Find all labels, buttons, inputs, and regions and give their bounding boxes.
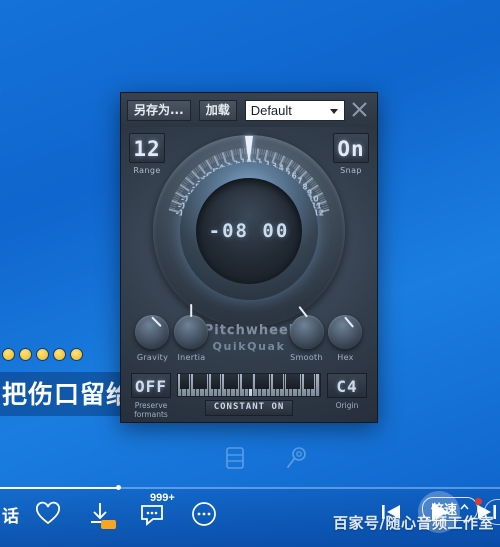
piano-black-key[interactable] <box>246 374 252 389</box>
save-as-button[interactable]: 另存为... <box>127 99 191 121</box>
knob-indicator <box>344 316 355 328</box>
knob-dial[interactable] <box>289 306 324 349</box>
piano-black-key[interactable] <box>184 374 190 389</box>
load-button[interactable]: 加载 <box>198 99 237 121</box>
download-badge <box>101 520 116 529</box>
download-button[interactable] <box>87 497 117 531</box>
bottom-controls: OFF Preserve formants CONSTANT ON C4 Ori… <box>121 373 377 419</box>
knob-dial[interactable] <box>174 304 209 349</box>
progress-bar[interactable] <box>0 485 500 490</box>
bar-left-actions: 话 999+ <box>0 492 221 531</box>
pitch-dial[interactable]: -12-11-10-9-8-7-6-5-4-3-2-10+1+2+3+4+5+6… <box>153 135 345 327</box>
knob-smooth[interactable]: Smooth <box>287 306 326 362</box>
piano-black-key[interactable] <box>202 374 208 389</box>
knob-row-spacer <box>211 315 287 362</box>
heart-icon <box>36 501 60 525</box>
coin-icon <box>70 348 83 361</box>
chevron-down-icon <box>329 108 338 114</box>
piano-black-key[interactable] <box>264 374 270 389</box>
playlist-icon[interactable] <box>225 446 245 470</box>
piano-black-key[interactable] <box>215 374 221 389</box>
microphone-icon[interactable] <box>285 446 307 470</box>
piano-black-key[interactable] <box>233 374 239 389</box>
knob-dial[interactable] <box>135 315 170 349</box>
piano-white-key[interactable] <box>315 374 320 396</box>
player-bottom-bar: 话 999+ 百家号/随心音频工作室 倍速 <box>0 485 500 547</box>
origin-control[interactable]: C4 Origin <box>327 373 367 410</box>
coin-indicator-row <box>2 348 83 361</box>
chevron-up-icon <box>460 501 469 516</box>
comment-button[interactable]: 999+ <box>139 492 175 531</box>
coin-icon <box>53 348 66 361</box>
coin-icon <box>2 348 15 361</box>
pitch-readout: -08 00 <box>208 220 290 242</box>
preset-select-value: Default <box>250 102 292 118</box>
piano-black-key[interactable] <box>295 374 301 389</box>
preserve-formants-label: Preserve formants <box>131 401 171 419</box>
knob-gravity[interactable]: Gravity <box>133 315 172 362</box>
pitchwheel-plugin-window: 另存为... 加载 Default 12 Range On Snap -12-1… <box>120 92 378 423</box>
knob-label: Inertia <box>177 353 206 362</box>
dial-face: -08 00 <box>196 178 302 284</box>
piano-black-key[interactable] <box>277 374 283 389</box>
playback-speed-button[interactable]: 倍速 <box>421 497 478 521</box>
knob-row: Gravity Inertia Smooth Hex <box>121 304 377 362</box>
knob-label: Smooth <box>290 353 323 362</box>
knob-label: Hex <box>337 353 354 362</box>
lyric-line: 把伤口留给 <box>0 372 141 416</box>
origin-label: Origin <box>335 401 359 410</box>
close-icon[interactable] <box>350 100 369 119</box>
screen: 把伤口留给 另存为... 加载 Default 12 Range On Snap… <box>0 0 500 547</box>
favorite-button[interactable] <box>35 497 65 531</box>
progress-handle[interactable] <box>116 485 121 490</box>
preserve-formants-value: OFF <box>131 373 171 398</box>
dial-inner-ring: -08 00 <box>180 162 318 300</box>
preserve-formants-control[interactable]: OFF Preserve formants <box>131 373 171 419</box>
piano-black-key[interactable] <box>308 374 314 389</box>
preserve-formants-label-l1: Preserve <box>134 401 168 410</box>
knob-hex[interactable]: Hex <box>326 315 365 362</box>
mid-action-icons <box>225 446 307 470</box>
comment-icon <box>141 505 163 526</box>
coin-icon <box>36 348 49 361</box>
partial-text-label: 话 <box>2 506 19 527</box>
knob-dial[interactable] <box>328 315 363 349</box>
progress-fill <box>0 487 118 489</box>
preserve-formants-label-l2: formants <box>134 410 168 419</box>
origin-value: C4 <box>327 373 367 398</box>
playback-speed-label: 倍速 <box>430 503 457 518</box>
preset-select[interactable]: Default <box>244 99 345 121</box>
plugin-body: 12 Range On Snap -12-11-10-9-8-7-6-5-4-3… <box>121 127 377 422</box>
comment-count-badge: 999+ <box>150 492 175 504</box>
coin-icon <box>19 348 32 361</box>
knob-inertia[interactable]: Inertia <box>172 304 211 362</box>
constant-on-button[interactable]: CONSTANT ON <box>204 400 294 416</box>
piano-keyboard[interactable] <box>177 373 321 397</box>
more-button[interactable] <box>191 497 221 531</box>
speed-notification-dot <box>475 498 482 505</box>
keyboard-area: CONSTANT ON <box>177 373 321 416</box>
knob-label: Gravity <box>136 353 169 362</box>
knob-indicator <box>151 316 163 328</box>
plugin-titlebar: 另存为... 加载 Default <box>121 93 377 127</box>
more-dots-icon <box>192 502 216 526</box>
